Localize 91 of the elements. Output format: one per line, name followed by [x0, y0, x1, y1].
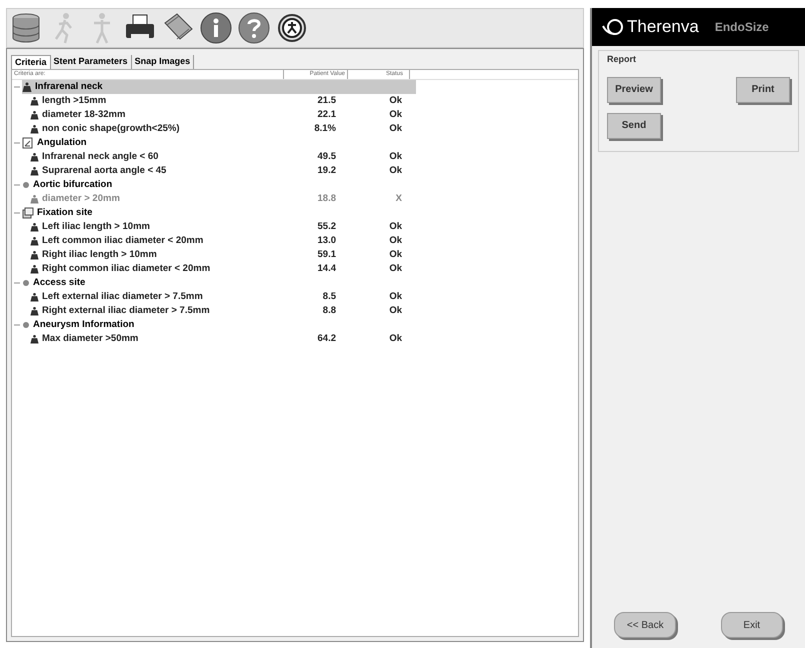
patient-value: 55.2: [316, 220, 337, 234]
status: Ok: [388, 248, 403, 262]
tab[interactable]: Stent Parameters: [50, 55, 132, 69]
tree-group[interactable]: Angulation: [22, 136, 416, 150]
patient-value: 21.5: [316, 94, 337, 108]
patient-value: 49.5: [316, 150, 337, 164]
brand-name: Therenva: [627, 16, 699, 38]
patient-value: 13.0: [316, 234, 337, 248]
weight-icon: [30, 250, 39, 260]
minus-icon[interactable]: [14, 84, 20, 90]
weight-icon: [30, 334, 39, 344]
back-button[interactable]: << Back: [614, 612, 676, 638]
patient-value: 8.5: [322, 290, 337, 304]
patient-value: 59.1: [316, 248, 337, 262]
criterion-label: Right external iliac diameter > 7.5mm: [42, 304, 210, 318]
minus-icon[interactable]: [14, 322, 20, 328]
criterion-label: Left common iliac diameter < 20mm: [42, 234, 204, 248]
exit-button[interactable]: Exit: [720, 612, 783, 638]
criterion-label: Right common iliac diameter < 20mm: [42, 262, 210, 276]
dot-icon: [22, 181, 30, 189]
print-button[interactable]: Print: [736, 76, 790, 102]
criterion-label: Max diameter >50mm: [42, 332, 138, 346]
weight-icon: [30, 236, 39, 246]
document-icon: [22, 137, 34, 149]
patient-value: 22.1: [316, 108, 337, 122]
tree-group[interactable]: Aneurysm Information: [22, 318, 416, 332]
tab[interactable]: Criteria: [11, 55, 51, 69]
weight-icon: [30, 306, 39, 316]
minus-icon[interactable]: [14, 280, 20, 286]
status: Ok: [388, 220, 403, 234]
minus-icon[interactable]: [14, 182, 20, 188]
patient-value: 19.2: [316, 164, 337, 178]
help-icon[interactable]: [237, 11, 271, 45]
group-label: Aortic bifurcation: [33, 178, 112, 192]
minus-icon[interactable]: [14, 140, 20, 146]
tab[interactable]: Snap Images: [132, 55, 194, 69]
logo-icon: [602, 18, 624, 36]
criterion-label: Right iliac length > 10mm: [42, 248, 157, 262]
send-button[interactable]: Send: [607, 112, 661, 138]
status: Ok: [388, 332, 403, 346]
patient-value: 8.1%: [313, 122, 337, 136]
weight-icon: [30, 124, 39, 134]
status: Ok: [388, 290, 403, 304]
criterion-label: diameter 18-32mm: [42, 108, 126, 122]
group-label: Infrarenal neck: [35, 80, 103, 94]
weight-icon: [22, 82, 32, 92]
preview-button[interactable]: Preview: [607, 76, 661, 102]
criterion-label: non conic shape(growth<25%): [42, 122, 180, 136]
patient-value: 18.8: [316, 192, 337, 206]
minus-icon[interactable]: [14, 210, 20, 216]
weight-icon: [30, 194, 39, 204]
patient-value: 64.2: [316, 332, 337, 346]
status: Ok: [388, 262, 403, 276]
patient-value: 8.8: [322, 304, 337, 318]
group-label: Access site: [33, 276, 86, 290]
weight-icon: [30, 110, 39, 120]
tree-group[interactable]: Infrarenal neck: [22, 80, 416, 94]
group-label: Fixation site: [37, 206, 92, 220]
section-title: Report: [607, 53, 637, 66]
criterion-label: diameter > 20mm: [42, 192, 120, 206]
weight-icon: [30, 264, 39, 274]
dot-icon: [22, 279, 30, 287]
tree-group[interactable]: Access site: [22, 276, 416, 290]
tree-group[interactable]: Fixation site: [22, 206, 416, 220]
weight-icon: [30, 166, 39, 176]
stack-icon: [22, 207, 34, 219]
criterion-label: length >15mm: [42, 94, 106, 108]
status: Ok: [388, 164, 403, 178]
status: Ok: [388, 234, 403, 248]
criterion-label: Infrarenal neck angle < 60: [42, 150, 158, 164]
dot-icon: [22, 321, 30, 329]
info-icon[interactable]: [199, 11, 233, 45]
status: Ok: [388, 122, 403, 136]
patient-value: 14.4: [316, 262, 337, 276]
product-name: EndoSize: [714, 19, 769, 36]
status: Ok: [388, 94, 403, 108]
tree-group[interactable]: Aortic bifurcation: [22, 178, 416, 192]
weight-icon: [30, 152, 39, 162]
status: Ok: [388, 108, 403, 122]
status: X: [394, 192, 403, 206]
weight-icon: [30, 292, 39, 302]
criterion-label: Left external iliac diameter > 7.5mm: [42, 290, 203, 304]
weight-icon: [30, 96, 39, 106]
status: Ok: [388, 304, 403, 318]
criterion-label: Suprarenal aorta angle < 45: [42, 164, 166, 178]
group-label: Angulation: [37, 136, 87, 150]
weight-icon: [30, 222, 39, 232]
group-label: Aneurysm Information: [33, 318, 134, 332]
exit-icon[interactable]: [275, 11, 309, 45]
criterion-label: Left iliac length > 10mm: [42, 220, 150, 234]
status: Ok: [388, 150, 403, 164]
